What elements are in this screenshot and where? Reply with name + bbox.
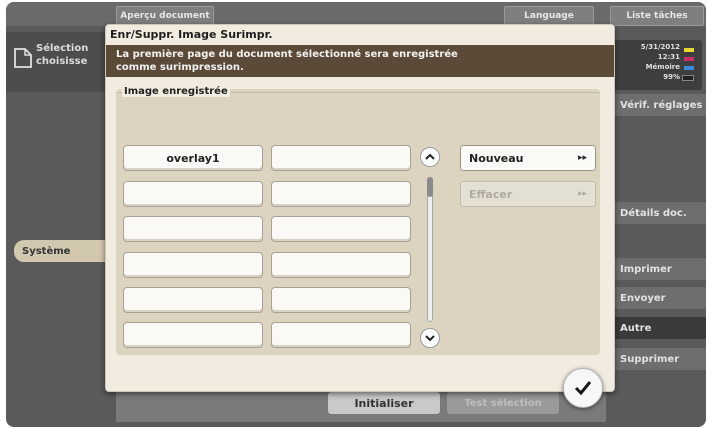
top-bar: Aperçu document Language Liste tâches: [6, 2, 706, 26]
selection-panel[interactable]: Sélection choisisse: [6, 32, 111, 92]
status-box: 5/31/2012 12:31 Mémoire 99%: [610, 40, 702, 90]
overlay-slot[interactable]: [271, 181, 411, 207]
language-button[interactable]: Language: [504, 6, 594, 26]
status-date: 5/31/2012: [640, 43, 680, 51]
chevron-up-icon: [425, 153, 435, 160]
erase-overlay-button[interactable]: Effacer ▸▸: [460, 181, 596, 207]
scrollbar-thumb[interactable]: [427, 177, 433, 197]
dialog-message: La première page du document sélectionné…: [116, 49, 458, 73]
toner-magenta-icon: [684, 57, 694, 61]
dialog-message-bar: La première page du document sélectionné…: [106, 45, 614, 77]
job-list-button[interactable]: Liste tâches: [610, 6, 704, 26]
selection-label: Sélection choisisse: [36, 43, 89, 67]
document-icon: [14, 48, 32, 68]
new-button-label: Nouveau: [469, 151, 524, 165]
send-button[interactable]: Envoyer: [614, 287, 706, 309]
overlay-slot[interactable]: [123, 216, 263, 242]
verify-settings-button[interactable]: Vérif. réglages: [614, 94, 706, 116]
overlay-slot[interactable]: [271, 145, 411, 171]
overlay-slot[interactable]: [123, 181, 263, 207]
erase-button-label: Effacer: [469, 187, 513, 201]
overlay-slot[interactable]: [123, 287, 263, 313]
print-button[interactable]: Imprimer: [614, 258, 706, 280]
system-tab[interactable]: Système: [14, 240, 114, 262]
toner-cyan-icon: [684, 66, 694, 70]
chevron-down-icon: [425, 335, 435, 342]
initialize-button[interactable]: Initialiser: [328, 392, 440, 414]
double-arrow-icon: ▸▸: [577, 189, 587, 199]
overlay-slot[interactable]: [271, 287, 411, 313]
group-label: Image enregistrée: [122, 86, 230, 97]
overlay-slot[interactable]: overlay1: [123, 145, 263, 171]
test-selection-button[interactable]: Test sélection: [447, 392, 559, 414]
dialog-title: Enr/Suppr. Image Surimpr.: [110, 28, 273, 41]
status-time: 12:31: [657, 53, 680, 61]
overlay-slot[interactable]: [123, 322, 263, 348]
memory-label: Mémoire: [645, 63, 680, 71]
document-preview-tab[interactable]: Aperçu document: [116, 6, 214, 26]
ok-button[interactable]: [563, 368, 603, 408]
other-button[interactable]: Autre: [614, 317, 706, 339]
scrollbar-track[interactable]: [427, 177, 433, 322]
toner-yellow-icon: [684, 48, 694, 52]
overlay-slot[interactable]: [271, 216, 411, 242]
overlay-slot[interactable]: [271, 252, 411, 278]
checkmark-icon: [574, 381, 592, 396]
right-panel: 5/31/2012 12:31 Mémoire 99% Vérif. régla…: [610, 26, 706, 427]
memory-value: 99%: [663, 73, 680, 81]
toner-black-icon: [682, 75, 694, 81]
scroll-down-button[interactable]: [420, 328, 440, 348]
scroll-up-button[interactable]: [420, 147, 440, 167]
overlay-slot[interactable]: [123, 252, 263, 278]
double-arrow-icon: ▸▸: [577, 153, 587, 163]
document-details-button[interactable]: Détails doc.: [614, 202, 706, 224]
overlay-slot[interactable]: [271, 322, 411, 348]
new-overlay-button[interactable]: Nouveau ▸▸: [460, 145, 596, 171]
delete-button[interactable]: Supprimer: [614, 348, 706, 370]
